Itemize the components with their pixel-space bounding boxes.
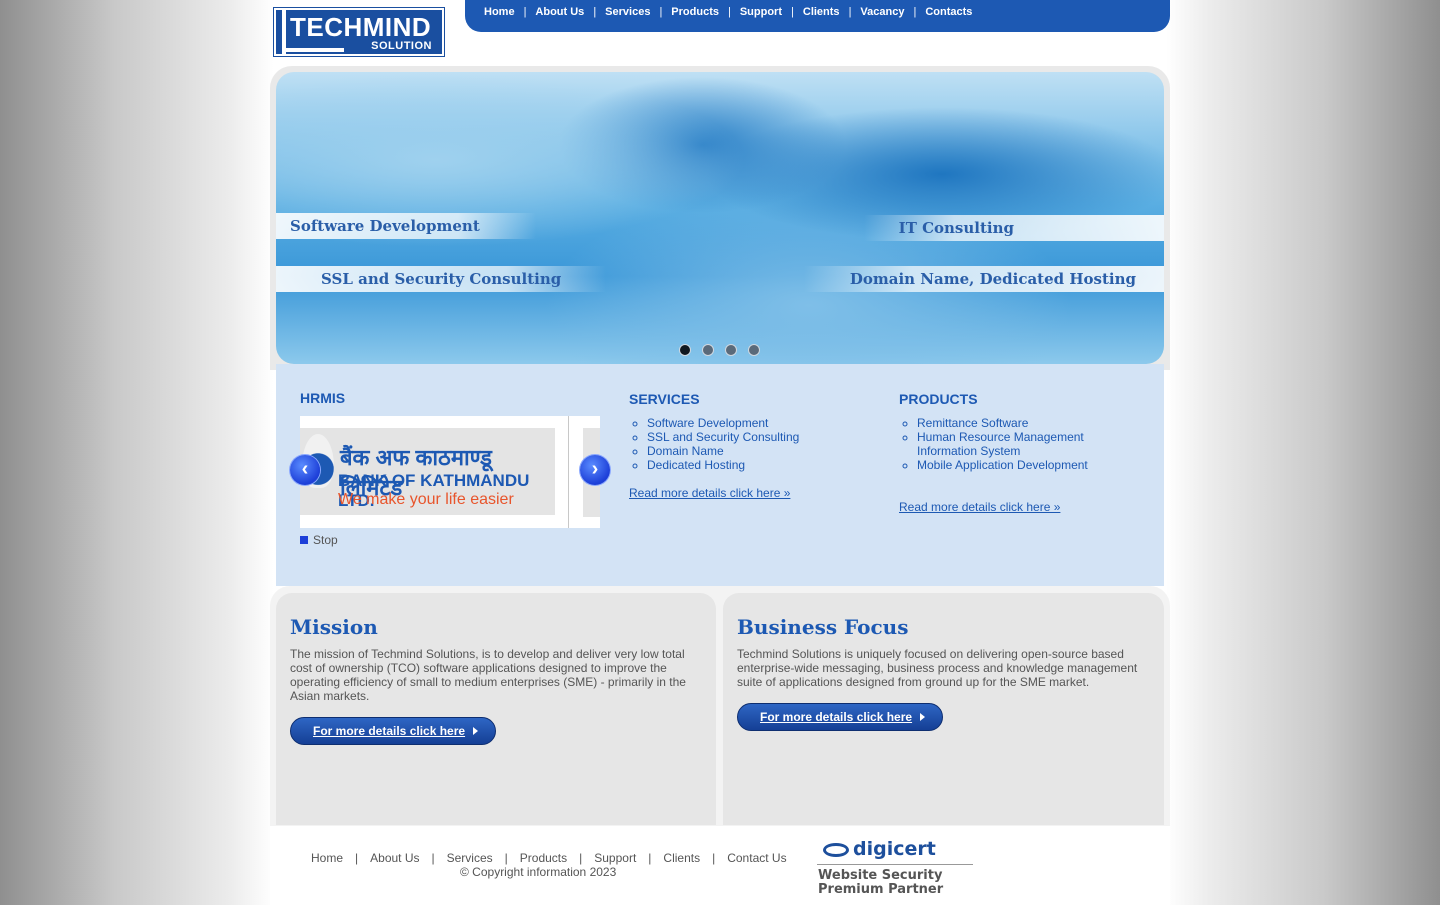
slide-dot[interactable] xyxy=(702,344,714,356)
badge-line-2: Premium Partner xyxy=(818,882,944,897)
digicert-logo-icon xyxy=(823,843,849,857)
logo-bar xyxy=(282,48,344,52)
footer-link-clients[interactable]: Clients xyxy=(663,851,700,865)
page: TECHMIND SOLUTION Home | About Us | Servic… xyxy=(270,0,1170,905)
mission-details-label: For more details click here xyxy=(313,724,466,738)
mission-title: Mission xyxy=(290,615,378,639)
nav-separator: | xyxy=(727,6,731,18)
footer-separator: | xyxy=(579,851,583,865)
nav-services[interactable]: Services xyxy=(605,6,650,18)
carousel-prev-button[interactable]: ‹ xyxy=(290,455,320,485)
list-item[interactable]: Remittance Software xyxy=(917,416,1117,430)
chevron-right-icon: › xyxy=(591,458,599,480)
logo-text: TECHMIND xyxy=(290,12,432,42)
carousel-stop-button[interactable]: Stop xyxy=(300,533,338,547)
nav-clients[interactable]: Clients xyxy=(803,6,840,18)
arrow-right-icon xyxy=(920,713,926,721)
nav-home[interactable]: Home xyxy=(484,6,515,18)
stop-label: Stop xyxy=(313,533,338,547)
footer-link-support[interactable]: Support xyxy=(594,851,636,865)
products-read-more-link[interactable]: Read more details click here » xyxy=(899,500,1060,514)
services-title: SERVICES xyxy=(629,391,700,407)
chevron-left-icon: ‹ xyxy=(301,458,309,480)
nav-separator: | xyxy=(593,6,597,18)
stop-icon xyxy=(300,536,308,544)
ribbon-domain-hosting: Domain Name, Dedicated Hosting xyxy=(804,266,1164,292)
nav-about-us[interactable]: About Us xyxy=(535,6,584,18)
footer-navigation: Home | About Us | Services | Products | Supp… xyxy=(311,851,787,865)
ribbon-software-development: Software Development xyxy=(276,213,536,239)
carousel-slide[interactable]: बैंक अफ काठमाण्डू लिमिटेड BANK OF KATHMA… xyxy=(300,428,555,515)
footer-link-services[interactable]: Services xyxy=(447,851,493,865)
carousel-next-button[interactable]: › xyxy=(580,455,610,485)
business-focus-text: Techmind Solutions is uniquely focused o… xyxy=(737,647,1138,689)
services-read-more-link[interactable]: Read more details click here » xyxy=(629,486,790,500)
nav-vacancy[interactable]: Vacancy xyxy=(860,6,904,18)
list-item[interactable]: SSL and Security Consulting xyxy=(647,430,799,444)
footer-link-contact-us[interactable]: Contact Us xyxy=(727,851,786,865)
business-focus-details-label: For more details click here xyxy=(760,710,913,724)
slide-divider xyxy=(568,416,569,528)
copyright-text: © Copyright information 2023 xyxy=(460,865,617,879)
ribbon-it-consulting: IT Consulting xyxy=(864,215,1164,241)
nav-separator: | xyxy=(659,6,663,18)
business-focus-card: Business Focus Techmind Solutions is uni… xyxy=(723,593,1164,825)
list-item[interactable]: Software Development xyxy=(647,416,799,430)
client-carousel: बैंक अफ काठमाण्डू लिमिटेड BANK OF KATHMA… xyxy=(300,416,600,528)
footer-link-about-us[interactable]: About Us xyxy=(370,851,419,865)
nav-separator: | xyxy=(913,6,917,18)
footer-link-products[interactable]: Products xyxy=(520,851,567,865)
digicert-badge[interactable]: digicert Website Security Premium Partne… xyxy=(817,838,973,898)
logo-subtext: SOLUTION xyxy=(371,40,432,52)
ribbon-ssl-security: SSL and Security Consulting xyxy=(276,266,606,292)
footer-separator: | xyxy=(712,851,716,865)
business-focus-details-button[interactable]: For more details click here xyxy=(737,703,943,731)
footer-separator: | xyxy=(355,851,359,865)
slide-dot[interactable] xyxy=(725,344,737,356)
slide-dot[interactable] xyxy=(679,344,691,356)
list-item[interactable]: Domain Name xyxy=(647,444,799,458)
list-item[interactable]: Mobile Application Development xyxy=(917,458,1117,472)
top-navigation: Home | About Us | Services | Products | Supp… xyxy=(465,0,1170,32)
nav-contacts[interactable]: Contacts xyxy=(925,6,972,18)
nav-products[interactable]: Products xyxy=(671,6,719,18)
mission-details-button[interactable]: For more details click here xyxy=(290,717,496,745)
techmind-logo[interactable]: TECHMIND SOLUTION xyxy=(273,7,445,57)
footer: Home | About Us | Services | Products | Supp… xyxy=(270,826,1170,905)
mission-text: The mission of Techmind Solutions, is to… xyxy=(290,647,686,703)
business-focus-title: Business Focus xyxy=(737,615,909,639)
arrow-right-icon xyxy=(473,727,479,735)
badge-line-1: Website Security xyxy=(818,868,943,883)
list-item[interactable]: Dedicated Hosting xyxy=(647,458,799,472)
products-list: Remittance Software Human Resource Manag… xyxy=(899,416,1117,472)
services-list: Software Development SSL and Security Co… xyxy=(629,416,799,472)
slide-indicators xyxy=(679,344,760,356)
slide-tagline: We make your life easier xyxy=(338,491,514,508)
mission-card: Mission The mission of Techmind Solution… xyxy=(276,593,716,825)
nav-separator: | xyxy=(848,6,852,18)
slide-dot[interactable] xyxy=(748,344,760,356)
nav-support[interactable]: Support xyxy=(740,6,782,18)
hero-banner: Software Development IT Consulting SSL a… xyxy=(276,72,1164,364)
footer-separator: | xyxy=(648,851,652,865)
nav-separator: | xyxy=(791,6,794,18)
footer-separator: | xyxy=(431,851,435,865)
badge-divider xyxy=(817,864,973,865)
products-title: PRODUCTS xyxy=(899,391,978,407)
hrmis-title: HRMIS xyxy=(300,390,346,406)
footer-link-home[interactable]: Home xyxy=(311,851,343,865)
nav-separator: | xyxy=(523,6,527,18)
list-item[interactable]: Human Resource Management Information Sy… xyxy=(917,430,1117,458)
info-section: HRMIS बैंक अफ काठमाण्डू लिमिटेड BANK OF … xyxy=(276,364,1164,586)
footer-separator: | xyxy=(504,851,508,865)
digicert-brand: digicert xyxy=(853,838,936,860)
